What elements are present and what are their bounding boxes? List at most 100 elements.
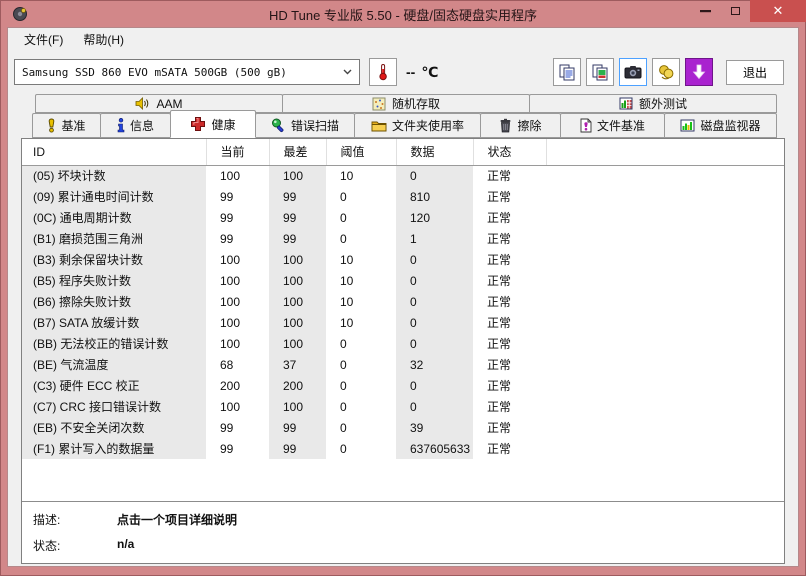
column-header-data[interactable]: 数据 [395, 139, 473, 166]
cell-id: (C3) 硬件 ECC 校正 [22, 375, 206, 396]
tab-folder-usage[interactable]: 文件夹使用率 [354, 113, 481, 138]
tab-health[interactable]: 健康 [170, 110, 256, 138]
cell-status: 正常 [487, 169, 512, 184]
table-row[interactable]: (EB) 不安全关闭次数 99 99 0 39 正常 [22, 417, 784, 438]
tab-file-benchmark[interactable]: 文件基准 [560, 113, 665, 138]
title-bar: HD Tune 专业版 5.50 - 硬盘/固态硬盘实用程序 ✕ [8, 0, 806, 28]
tab-extra-tests[interactable]: 额外测试 [529, 94, 777, 113]
menu-bar: 文件(F) 帮助(H) [8, 28, 798, 50]
temperature-value: -- [406, 64, 416, 80]
tab-label: 擦除 [517, 119, 542, 133]
cell-filler [546, 396, 784, 417]
tab-erase[interactable]: 擦除 [480, 113, 561, 138]
tab-label: 健康 [211, 117, 236, 132]
cell-status: 正常 [487, 232, 512, 246]
minimize-button[interactable] [690, 0, 720, 22]
column-header-current[interactable]: 当前 [205, 139, 269, 166]
cell-filler [546, 375, 784, 396]
cell-id: (B1) 磨损范围三角洲 [22, 228, 206, 249]
cell-current: 68 [220, 357, 234, 372]
copy-image-button[interactable] [586, 58, 614, 86]
cell-filler [546, 354, 784, 375]
column-header-filler [545, 139, 784, 166]
table-row[interactable]: (C7) CRC 接口错误计数 100 100 0 0 正常 [22, 396, 784, 417]
erase-icon [499, 118, 512, 133]
table-row[interactable]: (09) 累计通电时间计数 99 99 0 810 正常 [22, 186, 784, 207]
cell-worst: 37 [269, 354, 326, 375]
maximize-icon [730, 7, 740, 15]
table-row[interactable]: (B7) SATA 放缓计数 100 100 10 0 正常 [22, 312, 784, 333]
cell-worst: 100 [269, 333, 326, 354]
table-row[interactable]: (F1) 累计写入的数据量 99 99 0 637605633 正常 [22, 438, 784, 459]
cell-worst: 100 [269, 249, 326, 270]
file-benchmark-icon [580, 118, 592, 133]
column-header-id[interactable]: ID [22, 139, 206, 166]
exit-button[interactable]: 退出 [726, 59, 784, 85]
cell-worst: 100 [269, 270, 326, 291]
cell-threshold: 0 [340, 420, 347, 435]
column-header-status[interactable]: 状态 [472, 139, 546, 166]
donate-button[interactable] [652, 58, 680, 86]
cell-id: (09) 累计通电时间计数 [22, 186, 206, 207]
cell-id: (F1) 累计写入的数据量 [22, 438, 206, 459]
cell-worst: 100 [269, 312, 326, 333]
cell-filler [546, 270, 784, 291]
tab-error-scan[interactable]: 错误扫描 [255, 113, 355, 138]
cell-current: 100 [220, 273, 241, 288]
cell-status: 正常 [487, 211, 512, 225]
cell-id: (BE) 气流温度 [22, 354, 206, 375]
detail-footer: 描述: 点击一个项目详细说明 状态: n/a [22, 502, 784, 563]
tab-benchmark[interactable]: 基准 [32, 113, 101, 138]
cell-current: 100 [220, 336, 241, 351]
temperature-button[interactable] [369, 58, 397, 86]
cell-status: 正常 [487, 442, 512, 456]
menu-help[interactable]: 帮助(H) [73, 29, 134, 50]
cell-data: 39 [396, 417, 473, 438]
cell-current: 100 [220, 294, 241, 309]
cell-filler [546, 207, 784, 228]
cell-data: 637605633 [396, 438, 473, 459]
column-header-worst[interactable]: 最差 [268, 139, 326, 166]
cell-status: 正常 [487, 379, 512, 393]
screenshot-button[interactable] [619, 58, 647, 86]
cell-filler [546, 291, 784, 312]
cell-threshold: 0 [340, 399, 347, 414]
cell-data: 0 [396, 396, 473, 417]
maximize-button[interactable] [720, 0, 750, 22]
table-row[interactable]: (B3) 剩余保留块计数 100 100 10 0 正常 [22, 249, 784, 270]
tab-info[interactable]: 信息 [100, 113, 171, 138]
cell-threshold: 10 [340, 168, 354, 183]
cell-threshold: 0 [340, 357, 347, 372]
smart-rows: (05) 坏块计数 100 100 10 0 正常 (09) 累计通电时间计数 … [22, 165, 784, 459]
cell-worst: 99 [269, 228, 326, 249]
table-row[interactable]: (B1) 磨损范围三角洲 99 99 0 1 正常 [22, 228, 784, 249]
close-button[interactable]: ✕ [750, 0, 806, 22]
tab-random-access[interactable]: 随机存取 [282, 94, 530, 113]
cell-worst: 99 [269, 186, 326, 207]
cell-threshold: 0 [340, 378, 347, 393]
tab-label: 错误扫描 [290, 119, 339, 133]
table-row[interactable]: (BB) 无法校正的错误计数 100 100 0 0 正常 [22, 333, 784, 354]
cell-current: 99 [220, 189, 234, 204]
table-header-row: ID 当前 最差 阈值 数据 状态 [22, 139, 784, 166]
column-header-threshold[interactable]: 阈值 [325, 139, 396, 166]
table-row[interactable]: (B5) 程序失败计数 100 100 10 0 正常 [22, 270, 784, 291]
tab-label: 基准 [61, 119, 86, 133]
copy-text-button[interactable] [553, 58, 581, 86]
table-row[interactable]: (0C) 通电周期计数 99 99 0 120 正常 [22, 207, 784, 228]
hdtune-window: HD Tune 专业版 5.50 - 硬盘/固态硬盘实用程序 ✕ 文件(F) 帮… [0, 0, 806, 576]
download-button[interactable] [685, 58, 713, 86]
camera-icon [624, 65, 642, 79]
table-row[interactable]: (BE) 气流温度 68 37 0 32 正常 [22, 354, 784, 375]
tab-label: 磁盘监视器 [700, 119, 761, 133]
table-row[interactable]: (B6) 擦除失败计数 100 100 10 0 正常 [22, 291, 784, 312]
description-label: 描述: [33, 513, 61, 527]
cell-status: 正常 [487, 295, 512, 309]
tab-disk-monitor[interactable]: 磁盘监视器 [664, 113, 777, 138]
table-row[interactable]: (05) 坏块计数 100 100 10 0 正常 [22, 165, 784, 186]
table-row[interactable]: (C3) 硬件 ECC 校正 200 200 0 0 正常 [22, 375, 784, 396]
drive-select-dropdown[interactable]: Samsung SSD 860 EVO mSATA 500GB (500 gB) [14, 59, 360, 85]
cell-data: 0 [396, 249, 473, 270]
cell-current: 99 [220, 420, 234, 435]
menu-file[interactable]: 文件(F) [14, 29, 73, 50]
